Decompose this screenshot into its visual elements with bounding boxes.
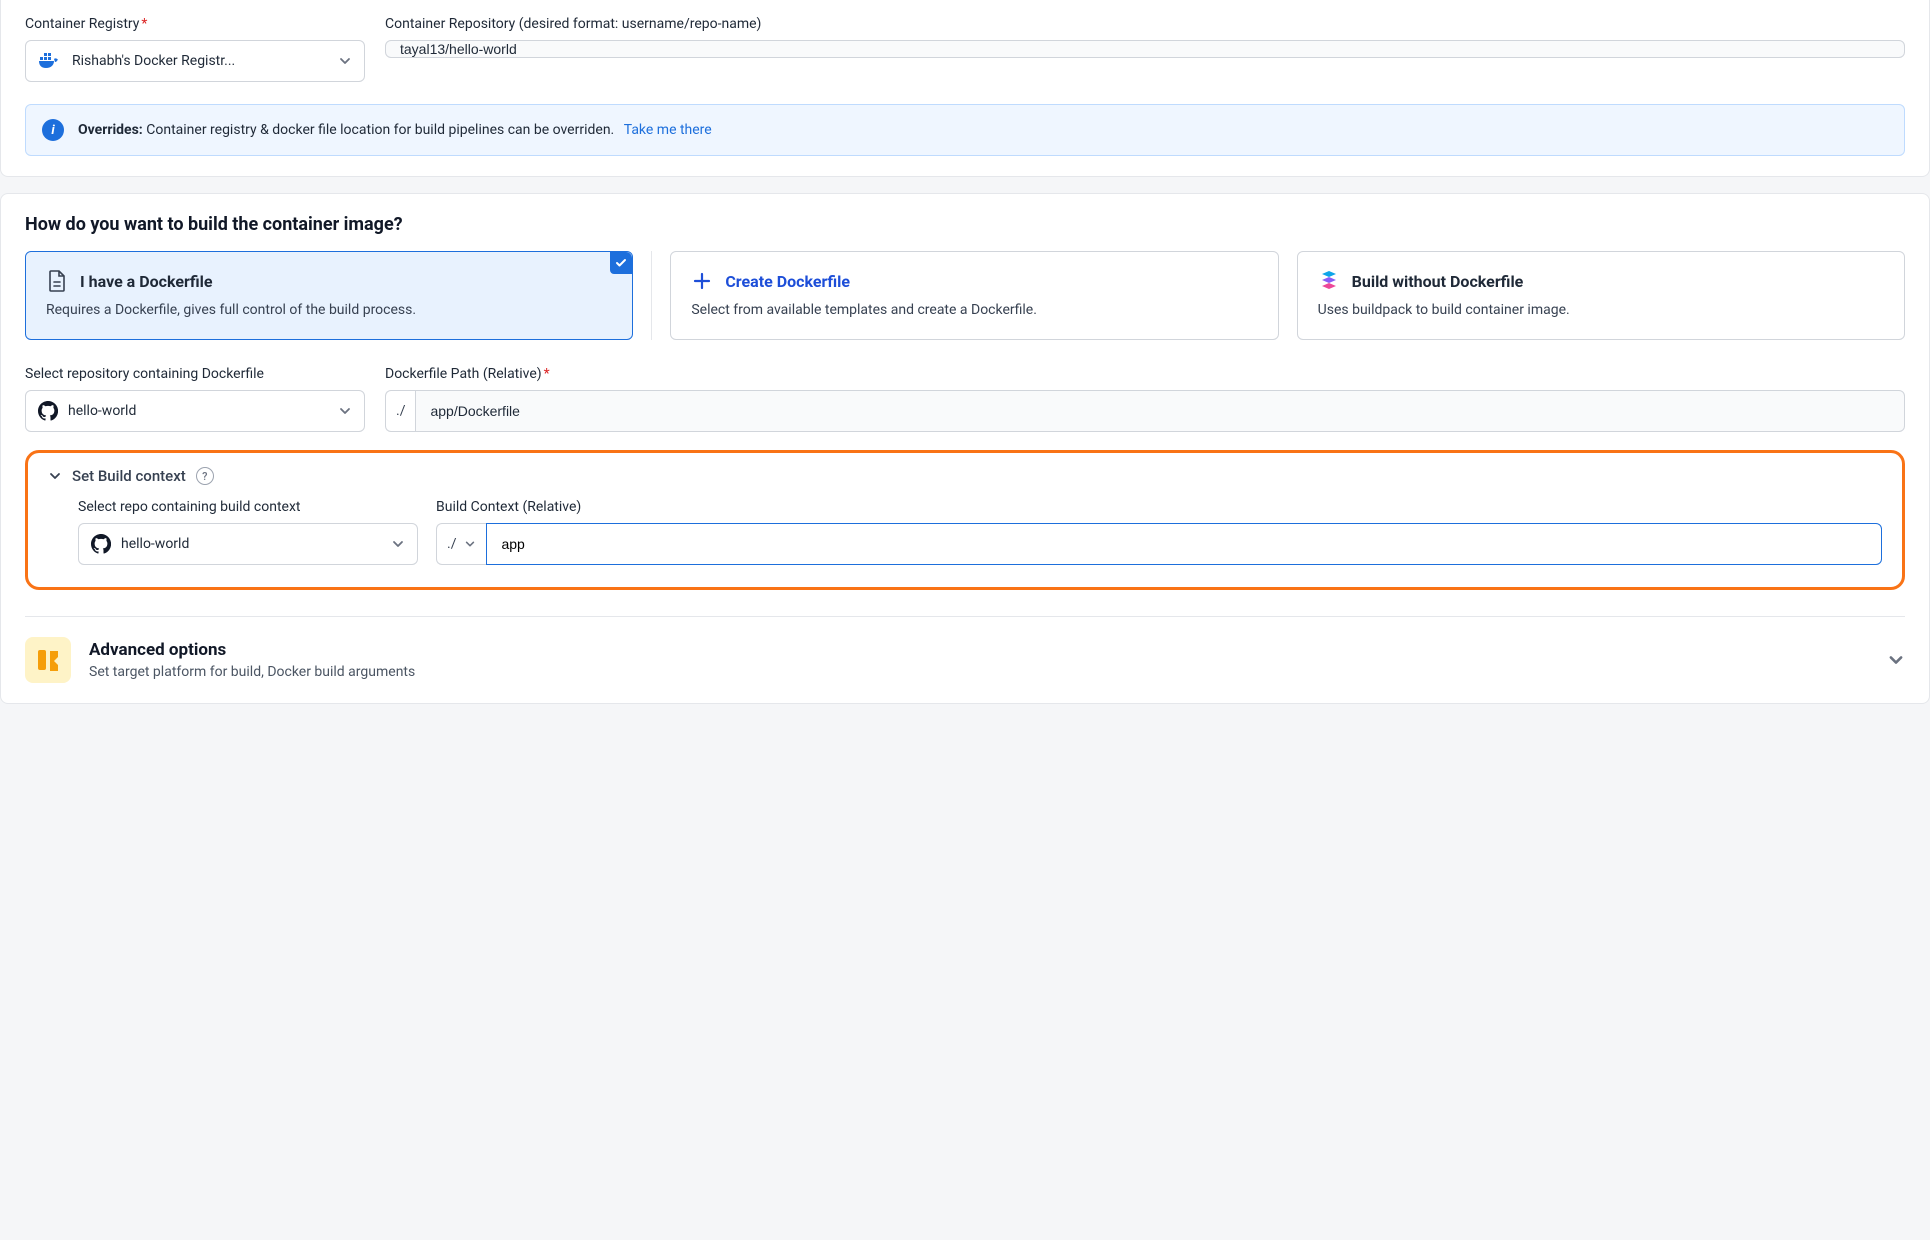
build-question: How do you want to build the container i… xyxy=(25,214,1905,235)
github-icon xyxy=(38,401,58,421)
overrides-banner: i Overrides: Container registry & docker… xyxy=(25,104,1905,156)
dockerfile-repo-label: Select repository containing Dockerfile xyxy=(25,366,365,382)
info-icon: i xyxy=(42,119,64,141)
required-asterisk: * xyxy=(141,16,147,32)
option-buildpack[interactable]: Build without Dockerfile Uses buildpack … xyxy=(1297,251,1905,340)
advanced-options-text: Advanced options Set target platform for… xyxy=(89,640,415,680)
build-context-repo-label: Select repo containing build context xyxy=(78,499,418,515)
option-create-dockerfile-desc: Select from available templates and crea… xyxy=(691,300,1257,321)
dockerfile-path-field: Dockerfile Path (Relative)* ./ xyxy=(385,366,1905,432)
file-icon xyxy=(46,270,68,292)
build-context-path-prefix[interactable]: ./ xyxy=(436,523,486,565)
advanced-options-icon xyxy=(25,637,71,683)
github-icon xyxy=(91,534,111,554)
container-registry-value: Rishabh's Docker Registr... xyxy=(72,53,235,69)
build-config-card: How do you want to build the container i… xyxy=(0,193,1930,704)
build-context-path-field: Build Context (Relative) ./ xyxy=(436,499,1882,565)
check-icon xyxy=(610,252,632,274)
chevron-down-icon xyxy=(464,538,476,550)
required-asterisk: * xyxy=(544,366,550,382)
chevron-down-icon xyxy=(48,469,62,483)
option-have-dockerfile[interactable]: I have a Dockerfile Requires a Dockerfil… xyxy=(25,251,633,340)
option-have-dockerfile-title: I have a Dockerfile xyxy=(80,272,213,291)
advanced-options-title: Advanced options xyxy=(89,640,415,660)
build-context-repo-select[interactable]: hello-world xyxy=(78,523,418,565)
build-context-repo-value: hello-world xyxy=(121,536,189,552)
container-repository-input[interactable] xyxy=(385,40,1905,58)
advanced-options-desc: Set target platform for build, Docker bu… xyxy=(89,664,415,680)
buildpack-icon xyxy=(1318,270,1340,292)
overrides-text: Overrides: Container registry & docker f… xyxy=(78,122,712,138)
option-buildpack-desc: Uses buildpack to build container image. xyxy=(1318,300,1884,321)
dockerfile-repo-field: Select repository containing Dockerfile … xyxy=(25,366,365,432)
build-context-path-input[interactable] xyxy=(486,523,1882,565)
chevron-down-icon xyxy=(391,537,405,551)
container-registry-card: Container Registry* Rishabh's Docker Reg… xyxy=(0,0,1930,177)
dockerfile-repo-select[interactable]: hello-world xyxy=(25,390,365,432)
container-repository-field: Container Repository (desired format: us… xyxy=(385,16,1905,58)
build-context-title: Set Build context xyxy=(72,467,186,485)
dockerfile-path-input[interactable] xyxy=(415,390,1905,432)
dockerfile-repo-value: hello-world xyxy=(68,403,136,419)
option-divider xyxy=(651,251,652,340)
container-repository-label: Container Repository (desired format: us… xyxy=(385,16,1905,32)
docker-icon xyxy=(38,51,62,71)
container-registry-field: Container Registry* Rishabh's Docker Reg… xyxy=(25,16,365,82)
chevron-down-icon xyxy=(338,404,352,418)
divider xyxy=(25,616,1905,617)
dockerfile-path-label: Dockerfile Path (Relative)* xyxy=(385,366,1905,382)
build-options: I have a Dockerfile Requires a Dockerfil… xyxy=(25,251,1905,340)
option-buildpack-title: Build without Dockerfile xyxy=(1352,272,1524,291)
build-context-repo-field: Select repo containing build context hel… xyxy=(78,499,418,565)
option-create-dockerfile-title: Create Dockerfile xyxy=(725,272,850,291)
chevron-down-icon xyxy=(338,54,352,68)
chevron-down-icon xyxy=(1887,651,1905,669)
build-context-path-label: Build Context (Relative) xyxy=(436,499,1882,515)
build-context-section: Set Build context ? Select repo containi… xyxy=(25,450,1905,590)
container-registry-select[interactable]: Rishabh's Docker Registr... xyxy=(25,40,365,82)
dockerfile-path-prefix: ./ xyxy=(385,390,415,432)
help-icon[interactable]: ? xyxy=(196,467,214,485)
option-create-dockerfile[interactable]: Create Dockerfile Select from available … xyxy=(670,251,1278,340)
build-context-header[interactable]: Set Build context ? xyxy=(48,467,1882,485)
option-have-dockerfile-desc: Requires a Dockerfile, gives full contro… xyxy=(46,300,612,321)
overrides-link[interactable]: Take me there xyxy=(624,122,712,138)
container-registry-label: Container Registry* xyxy=(25,16,365,32)
plus-icon xyxy=(691,270,713,292)
advanced-options-toggle[interactable]: Advanced options Set target platform for… xyxy=(25,637,1905,683)
